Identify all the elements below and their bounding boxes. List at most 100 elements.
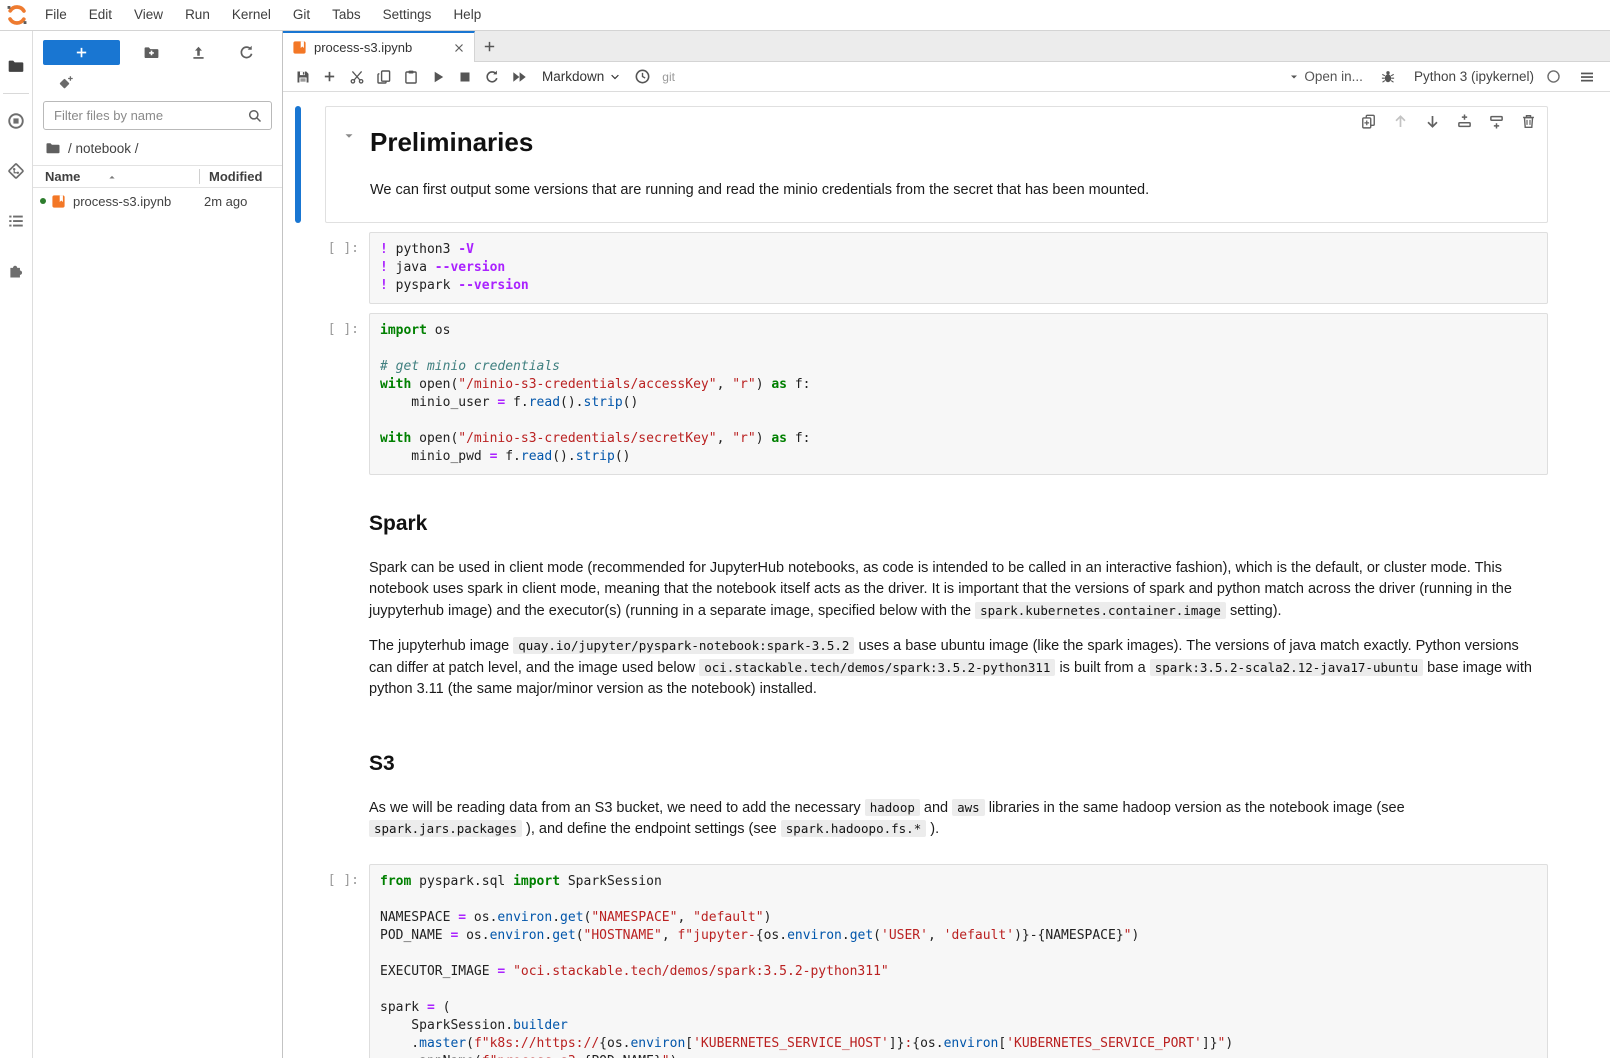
tab-bar: process-s3.ipynb <box>283 31 1610 62</box>
menu-edit[interactable]: Edit <box>78 0 123 30</box>
run-all-button[interactable] <box>505 65 532 89</box>
tab-title: process-s3.ipynb <box>314 40 445 55</box>
cell-collapser-stripe[interactable] <box>295 724 301 855</box>
menu-git[interactable]: Git <box>282 0 321 30</box>
cut-button[interactable] <box>343 65 370 89</box>
markdown-paragraph: As we will be reading data from an S3 bu… <box>369 798 1536 841</box>
menu-help[interactable]: Help <box>442 0 492 30</box>
notebook-menu-button[interactable] <box>1573 65 1600 89</box>
code-line <box>380 981 1537 999</box>
close-tab-icon[interactable] <box>452 41 466 55</box>
open-in-dropdown[interactable]: Open in... <box>1288 69 1363 84</box>
git-toolbar-label[interactable]: git <box>662 70 675 84</box>
code-line: .master(f"k8s://https://{os.environ['KUB… <box>380 1035 1537 1053</box>
heading-collapser[interactable] <box>342 129 356 143</box>
folder-icon <box>45 140 61 156</box>
breadcrumb[interactable]: / notebook / <box>33 130 282 165</box>
insert-below-icon <box>1488 113 1505 130</box>
code-editor[interactable]: import os # get minio credentialswith op… <box>369 313 1548 475</box>
menu-kernel[interactable]: Kernel <box>221 0 282 30</box>
code-editor[interactable]: ! python3 -V! java --version! pyspark --… <box>369 232 1548 304</box>
code-cell[interactable]: [ ]:from pyspark.sql import SparkSession… <box>295 864 1548 1058</box>
git-clone-button[interactable] <box>58 75 282 91</box>
collapser-icon <box>342 129 356 143</box>
app-logo <box>0 3 34 27</box>
menu-tabs[interactable]: Tabs <box>321 0 372 30</box>
inline-code: spark.hadoopo.fs.* <box>781 820 926 837</box>
menu-run[interactable]: Run <box>174 0 221 30</box>
insert-icon <box>322 69 337 84</box>
file-modified: 2m ago <box>204 194 282 209</box>
file-filter-input[interactable] <box>52 107 247 124</box>
code-editor[interactable]: from pyspark.sql import SparkSession NAM… <box>369 864 1548 1058</box>
stop-button[interactable] <box>451 65 478 89</box>
refresh-button[interactable] <box>238 44 255 61</box>
column-modified[interactable]: Modified <box>200 169 282 184</box>
code-line: # get minio credentials <box>380 358 1537 376</box>
tab-process-s3[interactable]: process-s3.ipynb <box>283 31 475 62</box>
menu-view[interactable]: View <box>123 0 174 30</box>
upload-button[interactable] <box>190 44 207 61</box>
paste-button[interactable] <box>397 65 424 89</box>
file-filter[interactable] <box>43 101 272 130</box>
execution-prompt: [ ]: <box>325 864 369 1058</box>
restart-button[interactable] <box>478 65 505 89</box>
sidebar-tab-file-browser[interactable] <box>0 41 33 91</box>
execution-time-button[interactable] <box>629 65 656 89</box>
copy-button[interactable] <box>370 65 397 89</box>
insert-above-cell-button[interactable] <box>1456 113 1473 130</box>
move-down-cell-button[interactable] <box>1424 113 1441 130</box>
cell-toolbar <box>1360 113 1537 130</box>
kernel-status-icon[interactable] <box>1546 69 1561 84</box>
menu-file[interactable]: File <box>34 0 78 30</box>
code-line: minio_user = f.read().strip() <box>380 394 1537 412</box>
notebook-file-icon <box>51 194 66 209</box>
debugger-button[interactable] <box>1375 65 1402 89</box>
code-cell[interactable]: [ ]:import os # get minio credentialswit… <box>295 313 1548 475</box>
code-line: with open("/minio-s3-credentials/accessK… <box>380 376 1537 394</box>
save-button[interactable] <box>289 65 316 89</box>
sidebar-tab-running[interactable] <box>0 96 33 146</box>
cell-collapser-stripe[interactable] <box>295 313 301 475</box>
menu-settings[interactable]: Settings <box>372 0 443 30</box>
cell-collapser-stripe[interactable] <box>295 232 301 304</box>
kernel-name[interactable]: Python 3 (ipykernel) <box>1414 69 1534 84</box>
sidebar-tab-git[interactable] <box>0 146 33 196</box>
move-up-icon <box>1392 113 1409 130</box>
duplicate-cell-button[interactable] <box>1360 113 1377 130</box>
new-launcher-button[interactable] <box>43 40 120 65</box>
code-line: minio_pwd = f.read().strip() <box>380 448 1537 466</box>
run-button[interactable] <box>424 65 451 89</box>
cell-collapser-stripe[interactable] <box>295 106 301 223</box>
column-name[interactable]: Name <box>33 169 199 184</box>
sort-ascending-icon <box>106 171 118 183</box>
cell-collapser-stripe[interactable] <box>295 484 301 715</box>
running-icon <box>7 112 25 130</box>
inline-code: spark.jars.packages <box>369 820 522 837</box>
sidebar-tab-extensions[interactable] <box>0 246 33 296</box>
cell-collapser-stripe[interactable] <box>295 864 301 1058</box>
code-line: ! pyspark --version <box>380 277 1537 295</box>
markdown-cell[interactable]: SparkSpark can be used in client mode (r… <box>295 484 1548 715</box>
cell-type-dropdown[interactable]: Markdown <box>542 69 621 84</box>
inline-code: hadoop <box>865 799 920 816</box>
refresh-icon <box>238 44 255 61</box>
sidebar-tab-table-of-contents[interactable] <box>0 196 33 246</box>
new-tab-button[interactable] <box>475 31 504 61</box>
insert-above-icon <box>1456 113 1473 130</box>
markdown-cell[interactable]: S3As we will be reading data from an S3 … <box>295 724 1548 855</box>
markdown-prompt <box>326 107 370 222</box>
delete-cell-button[interactable] <box>1520 113 1537 130</box>
notebook-cells[interactable]: PreliminariesWe can first output some ve… <box>283 92 1610 1058</box>
code-cell[interactable]: [ ]:! python3 -V! java --version! pyspar… <box>295 232 1548 304</box>
new-folder-button[interactable] <box>143 44 160 61</box>
file-row[interactable]: process-s3.ipynb2m ago <box>33 188 282 214</box>
markdown-cell[interactable]: PreliminariesWe can first output some ve… <box>295 106 1548 223</box>
git-icon <box>7 162 25 180</box>
code-line <box>380 412 1537 430</box>
insert-button[interactable] <box>316 65 343 89</box>
file-browser-toolbar-icons <box>120 44 270 61</box>
code-line: SparkSession.builder <box>380 1017 1537 1035</box>
code-line: .appName(f"process-s3-{POD_NAME}") <box>380 1053 1537 1058</box>
insert-below-cell-button[interactable] <box>1488 113 1505 130</box>
